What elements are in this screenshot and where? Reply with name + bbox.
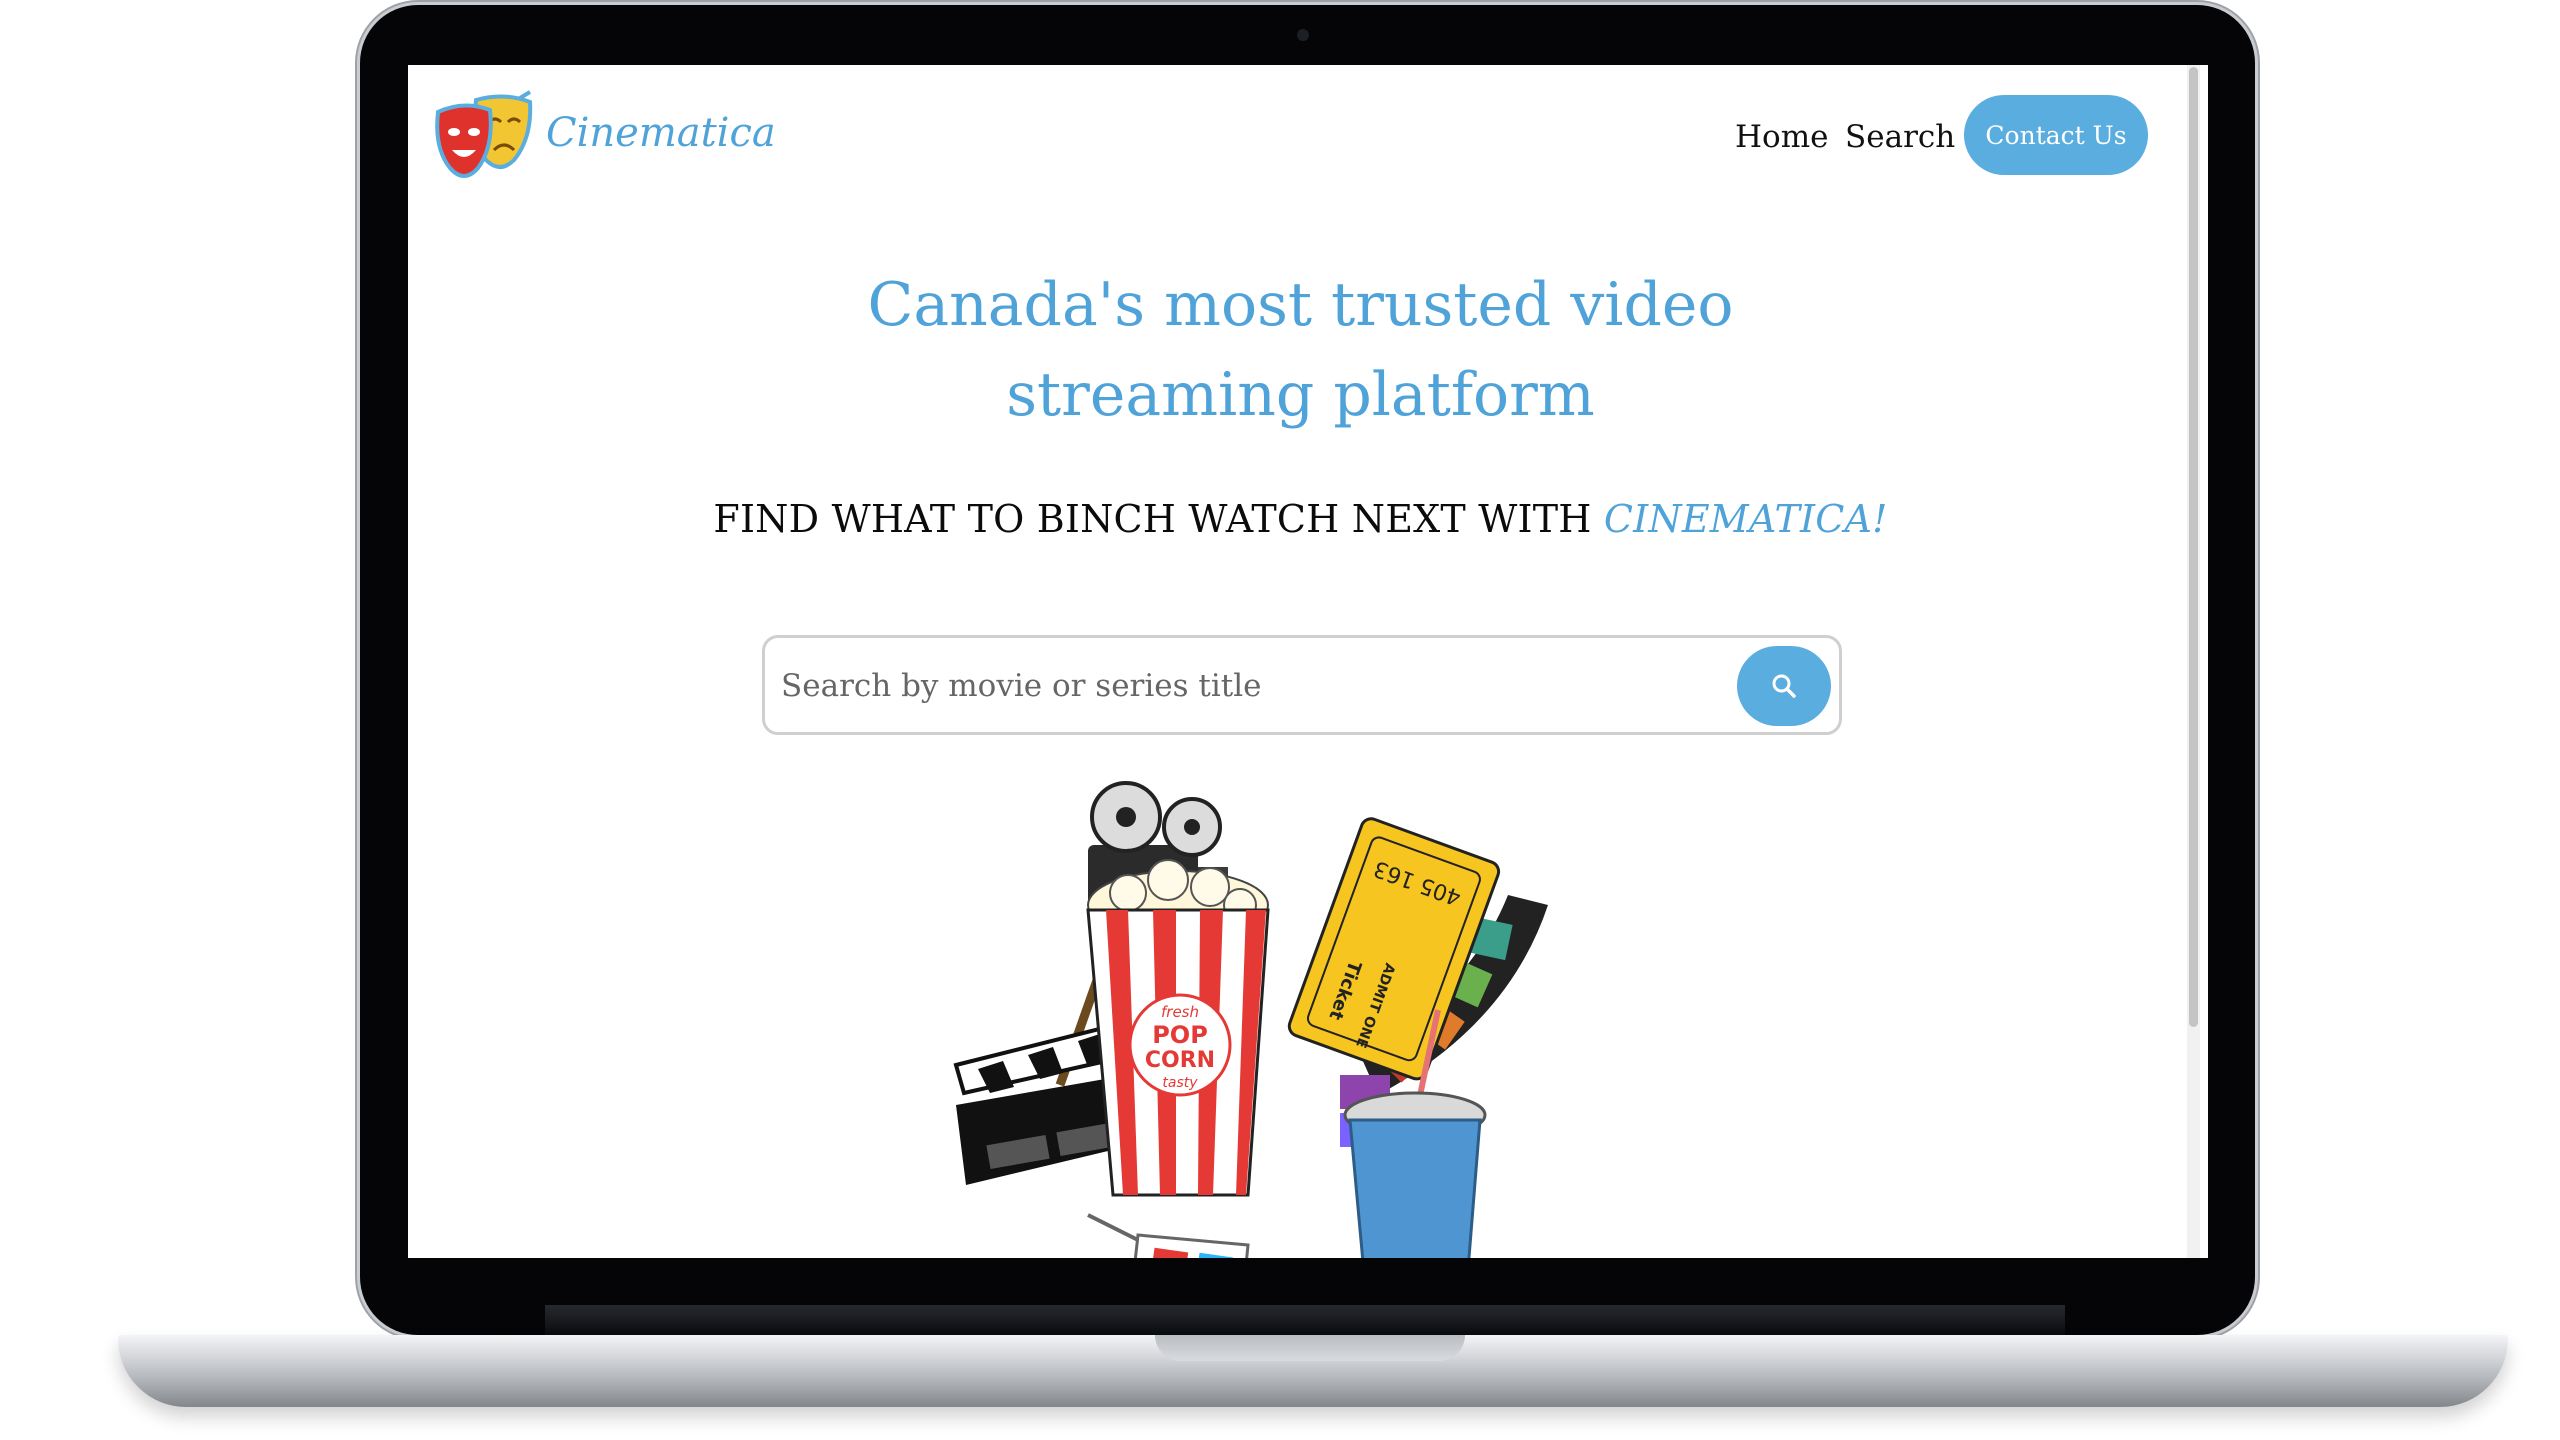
scrollbar-thumb[interactable] [2189,67,2198,1027]
theatre-masks-icon[interactable] [434,90,534,185]
search-icon [1772,674,1796,698]
search-button[interactable] [1737,646,1831,726]
3d-glasses-icon [1087,1213,1250,1258]
contact-us-button[interactable]: Contact Us [1964,95,2148,175]
webcam-icon [1297,29,1309,41]
laptop-hinge [545,1305,2065,1335]
popcorn-icon: fresh POP CORN tasty [1086,859,1270,1197]
nav-search-link[interactable]: Search [1845,119,1955,155]
search-bar [762,635,1842,735]
cinema-illustration: 405 163 Ticket ADMIT ONE fresh POP CORN … [953,781,1548,1258]
hero-headline: Canada's most trusted video streaming pl… [867,270,1734,430]
search-input[interactable] [779,652,1723,720]
popcorn-line2: CORN [1145,1048,1215,1073]
tagline-brand: CINEMATICA! [1603,497,1888,541]
hero-tagline: FIND WHAT TO BINCH WATCH NEXT WITH CINEM… [708,497,1893,541]
popcorn-bottom-text: tasty [1162,1075,1198,1091]
website-screen: Cinematica Home Search Contact Us Canada… [408,65,2208,1258]
tagline-text: FIND WHAT TO BINCH WATCH NEXT WITH [713,497,1604,541]
popcorn-top-text: fresh [1161,1003,1199,1021]
ticket-icon: 405 163 Ticket ADMIT ONE [1287,817,1501,1081]
brand-name[interactable]: Cinematica [546,110,776,156]
laptop-notch [1155,1335,1465,1361]
nav-home-link[interactable]: Home [1735,119,1828,155]
popcorn-line1: POP [1152,1021,1208,1049]
